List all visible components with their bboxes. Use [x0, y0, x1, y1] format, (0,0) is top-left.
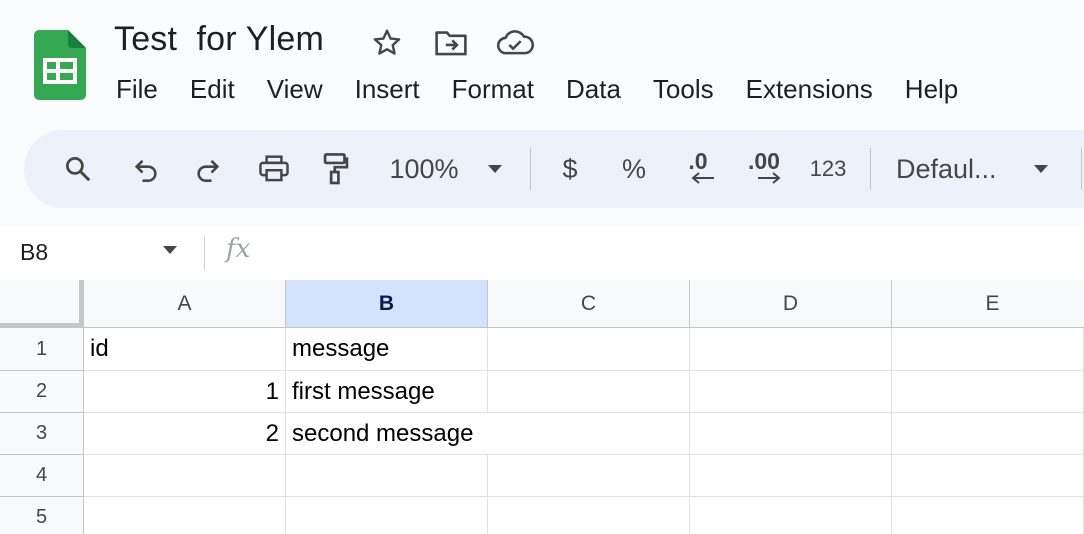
zoom-chevron-down-icon[interactable]: [484, 130, 506, 208]
menu-view[interactable]: View: [251, 70, 339, 108]
font-chevron-down-icon[interactable]: [1030, 130, 1052, 208]
cell-c1[interactable]: [488, 328, 690, 371]
arrow-right-icon: [758, 172, 781, 184]
cell-a1[interactable]: id: [84, 328, 286, 371]
column-header-b[interactable]: B: [286, 280, 488, 328]
spreadsheet-grid: A B C D E 1 2 3 4 5 id message 1 first m…: [0, 280, 1084, 534]
cell-a2[interactable]: 1: [84, 371, 286, 413]
cell-a5[interactable]: [84, 497, 286, 534]
cell-a3[interactable]: 2: [84, 413, 286, 455]
cloud-saved-icon[interactable]: [496, 24, 534, 62]
row-header-2[interactable]: 2: [0, 371, 84, 413]
print-icon[interactable]: [254, 130, 294, 208]
cell-c2[interactable]: [488, 371, 690, 413]
cell-c4[interactable]: [488, 455, 690, 497]
column-header-c[interactable]: C: [488, 280, 690, 328]
cell-d1[interactable]: [690, 328, 892, 371]
increase-decimal-button[interactable]: .00: [740, 130, 788, 208]
cell-c5[interactable]: [488, 497, 690, 534]
name-box[interactable]: B8: [20, 236, 48, 268]
column-header-d[interactable]: D: [690, 280, 892, 328]
menu-bar: File Edit View Insert Format Data Tools …: [100, 70, 974, 108]
cell-b4[interactable]: [286, 455, 488, 497]
cell-e4[interactable]: [892, 455, 1084, 497]
more-formats-button[interactable]: 123: [806, 130, 850, 208]
percent-format-button[interactable]: %: [616, 130, 652, 208]
menu-help[interactable]: Help: [889, 70, 974, 108]
column-header-a[interactable]: A: [84, 280, 286, 328]
menu-format[interactable]: Format: [436, 70, 550, 108]
sheets-logo-icon[interactable]: [34, 30, 86, 100]
cell-e5[interactable]: [892, 497, 1084, 534]
cell-b5[interactable]: [286, 497, 488, 534]
cell-c3[interactable]: [488, 413, 690, 455]
font-family-select[interactable]: Defaul...: [896, 130, 1008, 208]
arrow-left-icon: [691, 172, 714, 184]
toolbar-divider: [1081, 148, 1082, 190]
formula-bar: B8 fx: [0, 226, 1084, 280]
cell-e3[interactable]: [892, 413, 1084, 455]
cell-d3[interactable]: [690, 413, 892, 455]
cell-b2[interactable]: first message: [286, 371, 488, 413]
cell-a4[interactable]: [84, 455, 286, 497]
select-all-corner[interactable]: [0, 280, 84, 328]
cell-b3[interactable]: second message: [286, 413, 488, 455]
decrease-decimal-button[interactable]: .0: [676, 130, 720, 208]
paint-format-icon[interactable]: [318, 130, 354, 208]
row-header-3[interactable]: 3: [0, 413, 84, 455]
menu-extensions[interactable]: Extensions: [730, 70, 889, 108]
menu-edit[interactable]: Edit: [174, 70, 251, 108]
cell-d4[interactable]: [690, 455, 892, 497]
document-title[interactable]: Test for Ylem: [114, 20, 324, 59]
cell-d5[interactable]: [690, 497, 892, 534]
formula-bar-divider: [204, 236, 205, 270]
title-actions: [368, 24, 534, 62]
currency-format-button[interactable]: $: [554, 130, 586, 208]
row-header-5[interactable]: 5: [0, 497, 84, 534]
column-header-e[interactable]: E: [892, 280, 1084, 328]
undo-icon[interactable]: [128, 130, 164, 208]
cell-e1[interactable]: [892, 328, 1084, 371]
row-header-4[interactable]: 4: [0, 455, 84, 497]
fx-icon: fx: [226, 234, 251, 264]
menu-insert[interactable]: Insert: [339, 70, 436, 108]
search-menus-icon[interactable]: [60, 130, 96, 208]
menu-tools[interactable]: Tools: [637, 70, 730, 108]
app-header: Test for Ylem File Edit View Insert Form…: [0, 0, 1084, 125]
move-folder-icon[interactable]: [432, 24, 470, 62]
toolbar: 100% $ % .0 .00 123 Defaul...: [24, 130, 1084, 208]
increase-decimal-label: .00: [748, 148, 780, 174]
star-icon[interactable]: [368, 24, 406, 62]
name-box-chevron-down-icon[interactable]: [162, 242, 178, 260]
menu-file[interactable]: File: [100, 70, 174, 108]
cell-b1[interactable]: message: [286, 328, 488, 371]
cell-d2[interactable]: [690, 371, 892, 413]
row-header-1[interactable]: 1: [0, 328, 84, 371]
toolbar-divider: [870, 148, 871, 190]
menu-data[interactable]: Data: [550, 70, 637, 108]
toolbar-divider: [530, 148, 531, 190]
cell-e2[interactable]: [892, 371, 1084, 413]
redo-icon[interactable]: [190, 130, 226, 208]
zoom-select[interactable]: 100%: [386, 130, 462, 208]
decrease-decimal-label: .0: [688, 148, 708, 174]
